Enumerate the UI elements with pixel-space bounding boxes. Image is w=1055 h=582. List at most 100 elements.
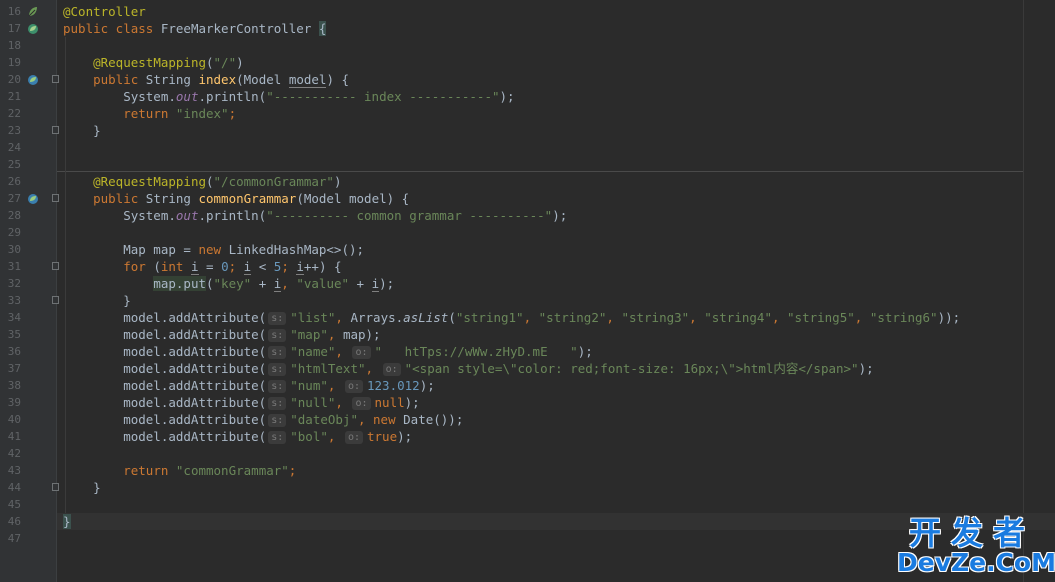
gutter-line[interactable]: 19 bbox=[0, 54, 56, 71]
gutter-line[interactable]: 27 bbox=[0, 190, 59, 207]
gutter-line[interactable]: 39 bbox=[0, 394, 56, 411]
code-token: ) { bbox=[326, 72, 350, 87]
line-number: 26 bbox=[7, 175, 21, 188]
code-line-text: Map map = new LinkedHashMap<>(); bbox=[63, 241, 364, 258]
code-token: @Controller bbox=[63, 4, 146, 19]
line-number: 36 bbox=[7, 345, 21, 358]
code-token: , bbox=[854, 310, 870, 325]
gutter-line[interactable]: 33 bbox=[0, 292, 59, 309]
gutter-line[interactable]: 21 bbox=[0, 88, 56, 105]
code-line[interactable]: public String index(Model model) { bbox=[57, 71, 1055, 88]
code-line[interactable]: return "index"; bbox=[57, 105, 1055, 122]
code-token: public class bbox=[63, 21, 161, 36]
code-editor[interactable]: 16 17 18 19 20 21 22 23 24 25 26 27 28 29 30 31 32 33 34 35… bbox=[0, 0, 1055, 582]
code-token: LinkedHashMap<>(); bbox=[228, 242, 365, 257]
gutter-line[interactable]: 45 bbox=[0, 496, 56, 513]
code-line[interactable]: } bbox=[57, 479, 1055, 496]
spring-bean-icon[interactable] bbox=[27, 5, 39, 17]
code-line[interactable] bbox=[57, 496, 1055, 513]
code-line[interactable]: model.addAttribute(s: "null", o: null); bbox=[57, 394, 1055, 411]
code-line[interactable]: model.addAttribute(s: "num", o: 123.012); bbox=[57, 377, 1055, 394]
code-line[interactable]: @Controller bbox=[57, 3, 1055, 20]
code-line[interactable]: @RequestMapping("/") bbox=[57, 54, 1055, 71]
code-line[interactable] bbox=[57, 445, 1055, 462]
spring-bean-method-icon[interactable] bbox=[27, 22, 39, 34]
gutter-line[interactable]: 32 bbox=[0, 275, 56, 292]
code-token: null bbox=[374, 395, 405, 410]
spring-mapping-icon[interactable] bbox=[27, 192, 39, 204]
code-line[interactable]: } bbox=[57, 122, 1055, 139]
gutter-line[interactable]: 41 bbox=[0, 428, 56, 445]
line-number: 22 bbox=[7, 107, 21, 120]
code-line[interactable]: model.addAttribute(s: "map", map); bbox=[57, 326, 1055, 343]
code-line[interactable]: @RequestMapping("/commonGrammar") bbox=[57, 173, 1055, 190]
code-token: "string4" bbox=[704, 310, 772, 325]
gutter-line[interactable]: 29 bbox=[0, 224, 56, 241]
line-number: 39 bbox=[7, 396, 21, 409]
code-line-text: model.addAttribute(s: "map", map); bbox=[63, 326, 381, 343]
code-line[interactable] bbox=[57, 37, 1055, 54]
code-line[interactable]: model.addAttribute(s: "bol", o: true); bbox=[57, 428, 1055, 445]
code-line[interactable]: System.out.println("---------- common gr… bbox=[57, 207, 1055, 224]
gutter-line[interactable]: 46 bbox=[0, 513, 56, 530]
code-token: ); bbox=[499, 89, 515, 104]
spring-mapping-icon[interactable] bbox=[27, 73, 39, 85]
code-line[interactable]: Map map = new LinkedHashMap<>(); bbox=[57, 241, 1055, 258]
gutter-line[interactable]: 25 bbox=[0, 156, 56, 173]
code-line[interactable]: public class FreeMarkerController { bbox=[57, 20, 1055, 37]
line-number: 38 bbox=[7, 379, 21, 392]
code-line-text: System.out.println("---------- common gr… bbox=[63, 207, 567, 224]
gutter-line[interactable]: 35 bbox=[0, 326, 56, 343]
gutter-line[interactable]: 26 bbox=[0, 173, 56, 190]
code-line[interactable]: map.put("key" + i, "value" + i); bbox=[57, 275, 1055, 292]
parameter-hint: s: bbox=[268, 431, 287, 444]
code-token: + bbox=[349, 276, 372, 291]
line-number: 42 bbox=[7, 447, 21, 460]
gutter-line[interactable]: 22 bbox=[0, 105, 56, 122]
code-line[interactable]: model.addAttribute(s: "htmlText", o: "<spa… bbox=[57, 360, 1055, 377]
gutter-line[interactable]: 24 bbox=[0, 139, 56, 156]
gutter-line[interactable]: 47 bbox=[0, 530, 56, 547]
code-token: ( bbox=[206, 174, 214, 189]
gutter-line[interactable]: 43 bbox=[0, 462, 56, 479]
code-line[interactable]: System.out.println("----------- index --… bbox=[57, 88, 1055, 105]
code-line[interactable]: return "commonGrammar"; bbox=[57, 462, 1055, 479]
gutter-line[interactable]: 17 bbox=[0, 20, 56, 37]
gutter-line[interactable]: 37 bbox=[0, 360, 56, 377]
gutter-line[interactable]: 40 bbox=[0, 411, 56, 428]
code-line[interactable] bbox=[57, 224, 1055, 241]
code-line[interactable]: public String commonGrammar(Model model)… bbox=[57, 190, 1055, 207]
gutter-line[interactable]: 20 bbox=[0, 71, 59, 88]
gutter-line[interactable]: 18 bbox=[0, 37, 56, 54]
code-line[interactable]: model.addAttribute(s: "name", o: " htTps:/… bbox=[57, 343, 1055, 360]
gutter-line[interactable]: 31 bbox=[0, 258, 59, 275]
code-token: Arrays. bbox=[350, 310, 404, 325]
code-line-text: System.out.println("----------- index --… bbox=[63, 88, 515, 105]
code-token: ); bbox=[404, 395, 420, 410]
code-line[interactable] bbox=[57, 139, 1055, 156]
gutter-line[interactable]: 34 bbox=[0, 309, 56, 326]
code-line[interactable]: model.addAttribute(s: "list", Arrays.asLi… bbox=[57, 309, 1055, 326]
code-token: ; bbox=[288, 463, 297, 478]
gutter-line[interactable]: 16 bbox=[0, 3, 56, 20]
code-token: @RequestMapping bbox=[93, 174, 206, 189]
gutter-line[interactable]: 28 bbox=[0, 207, 56, 224]
code-token: + bbox=[251, 276, 274, 291]
gutter-line[interactable]: 38 bbox=[0, 377, 56, 394]
gutter-line[interactable]: 23 bbox=[0, 122, 59, 139]
method-separator bbox=[57, 171, 1023, 172]
code-line[interactable]: for (int i = 0; i < 5; i++) { bbox=[57, 258, 1055, 275]
gutter-line[interactable]: 42 bbox=[0, 445, 56, 462]
code-token: for bbox=[123, 259, 154, 274]
parameter-hint: o: bbox=[352, 346, 371, 359]
code-line[interactable]: model.addAttribute(s: "dateObj", new Date… bbox=[57, 411, 1055, 428]
code-area[interactable]: @Controller public class FreeMarkerContro… bbox=[57, 0, 1055, 582]
gutter-line[interactable]: 44 bbox=[0, 479, 59, 496]
gutter-line[interactable]: 36 bbox=[0, 343, 56, 360]
line-number-gutter[interactable]: 16 17 18 19 20 21 22 23 24 25 26 27 28 29 30 31 32 33 34 35… bbox=[0, 0, 59, 582]
code-token: , bbox=[327, 327, 343, 342]
code-line[interactable]: } bbox=[57, 292, 1055, 309]
gutter-line[interactable]: 30 bbox=[0, 241, 56, 258]
